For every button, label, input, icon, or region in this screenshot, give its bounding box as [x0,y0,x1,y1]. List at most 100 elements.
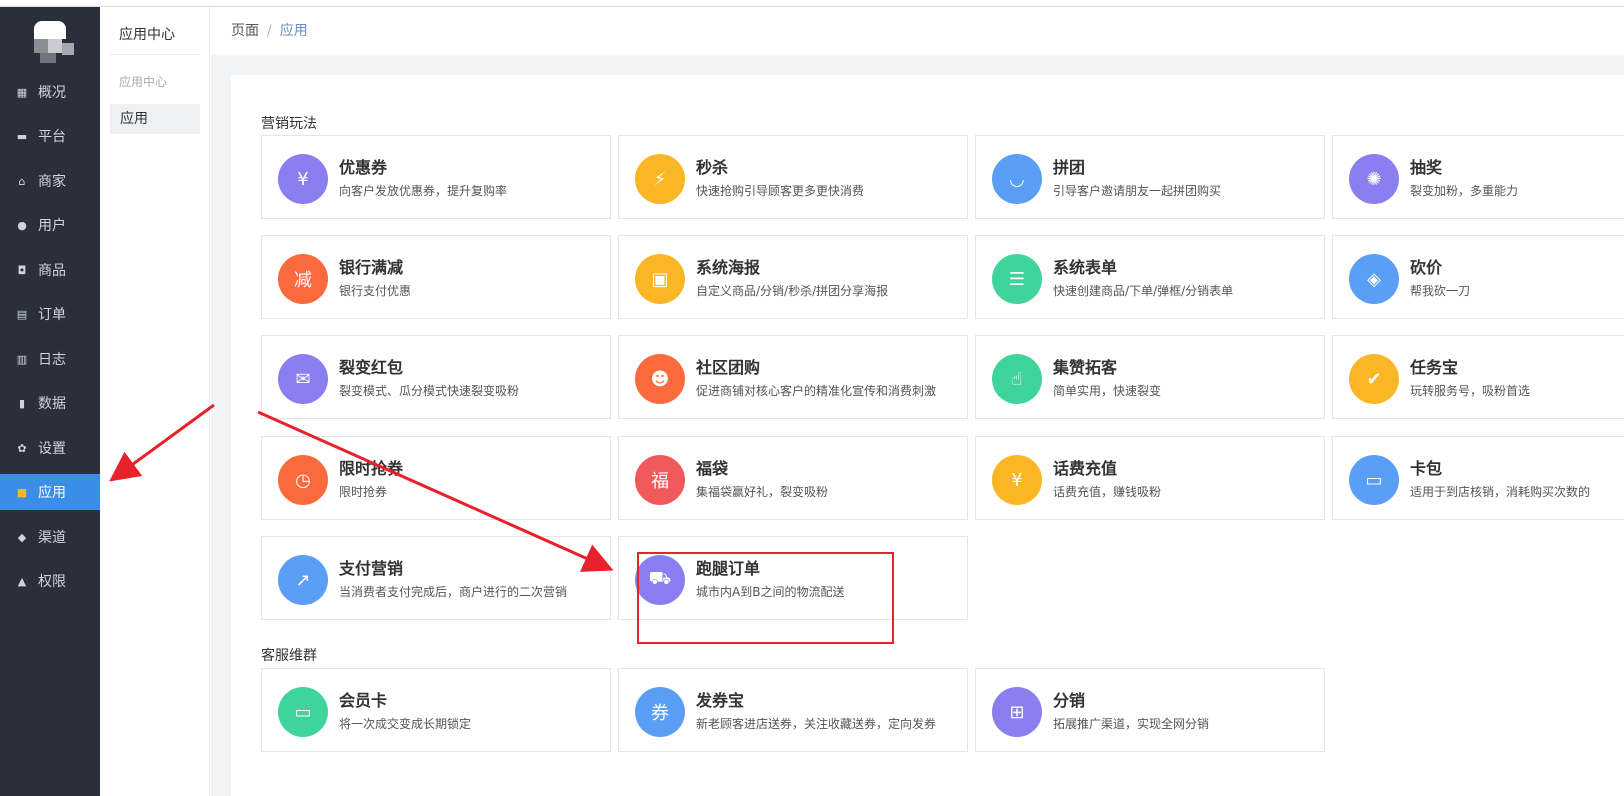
wheel-icon: ✺ [1349,154,1399,204]
cube-icon: ◆ [17,530,27,544]
app-card-desc: 话费充值，赚钱吸粉 [1053,485,1162,499]
clipboard-icon: ▤ [16,307,28,321]
book-icon: ▥ [16,352,28,366]
app-card-name: 限时抢券 [339,459,404,478]
phone-recharge-icon: ¥ [992,455,1042,505]
sidebar-item-7[interactable]: ▮ 数据 [0,385,100,421]
app-card[interactable]: ◷ 限时抢券 限时抢券 [261,436,611,520]
sidebar-item-1[interactable]: ▬ 平台 [0,118,100,154]
app-card[interactable]: 减银行满减 银行支付优惠 [261,235,611,319]
app-card[interactable]: ✉ 裂变红包 裂变模式、瓜分模式快速裂变吸粉 [261,335,611,419]
sidebar-item-label: 订单 [38,307,66,323]
sidebar-item-10[interactable]: ◆ 渠道 [0,519,100,555]
apps-grid-icon: ■ [16,485,28,499]
app-card-name: 抽奖 [1410,158,1443,177]
section-title-service: 客服维群 [261,648,317,664]
sidebar-item-6[interactable]: ▥ 日志 [0,341,100,377]
coupon-icon: ¥ [278,154,328,204]
app-card-desc: 限时抢券 [339,485,388,499]
sidebar-item-9[interactable]: ■ 应用 [0,474,100,510]
app-card-desc: 将一次成交变成长期锁定 [339,717,472,731]
sidebar-item-5[interactable]: ▤ 订单 [0,296,100,332]
app-card-name: 社区团购 [696,358,761,377]
sidebar-item-label: 用户 [38,218,66,234]
app-card[interactable]: ☝ 集赞拓客简单实用，快速裂变 [975,335,1325,419]
bag-icon: ◘ [17,263,27,277]
discount-icon: 减 [278,254,328,304]
sidebar-item-label: 商品 [38,263,66,279]
form-icon: ☰ [992,254,1042,304]
app-card[interactable]: ↗ 支付营销 当消费者支付完成后，商户进行的二次营销 [261,536,611,620]
subnav-title: 应用中心 [110,15,200,55]
sidebar-item-2[interactable]: ⌂ 商家 [0,163,100,199]
app-card[interactable]: ▭ 卡包适用于到店核销，消耗购买次数的 [1332,436,1624,520]
app-card[interactable]: ☰ 系统表单快速创建商品/下单/弹框/分销表单 [975,235,1325,319]
shopping-bag-icon: ◡ [992,154,1042,204]
app-card[interactable]: ◡ 拼团 引导客户邀请朋友一起拼团购买 [975,135,1325,219]
sidebar-item-4[interactable]: ◘ 商品 [0,252,100,288]
bar-chart-icon: ▮ [18,396,26,410]
highlight-box [637,552,894,644]
sidebar-item-label: 日志 [38,352,66,368]
thumbs-up-icon: ☝ [992,354,1042,404]
app-card[interactable]: ¥ 优惠券向客户发放优惠券，提升复购率 [261,135,611,219]
logo [26,21,74,63]
gear-icon: ✿ [17,441,27,455]
app-card-name: 发券宝 [696,691,745,710]
trend-chart-icon: ↗ [278,555,328,605]
sidebar-item-label: 平台 [38,129,66,145]
app-card-name: 系统海报 [696,258,761,277]
lucky-bag-icon: 福 [635,455,685,505]
sidebar-item-label: 设置 [38,441,66,457]
red-packet-icon: ✉ [278,354,328,404]
app-card-desc: 引导客户邀请朋友一起拼团购买 [1053,184,1222,198]
app-card[interactable]: ¥ 话费充值话费充值，赚钱吸粉 [975,436,1325,520]
sidebar-item-11[interactable]: ▲ 权限 [0,563,100,599]
app-card[interactable]: ✺ 抽奖 裂变加粉，多重能力 [1332,135,1624,219]
overview-icon: ▦ [16,85,28,99]
section-title-marketing: 营销玩法 [261,116,317,132]
app-card-desc: 简单实用，快速裂变 [1053,384,1162,398]
lock-icon: ▲ [17,574,27,588]
app-card-name: 系统表单 [1053,258,1118,277]
app-card-desc: 集福袋赢好礼，裂变吸粉 [696,485,829,499]
sidebar-item-label: 渠道 [38,530,66,546]
breadcrumb-root[interactable]: 页面 [231,23,259,39]
wallet-icon: ▭ [1349,455,1399,505]
app-card[interactable]: ▭ 会员卡将一次成交变成长期锁定 [261,668,611,752]
app-card[interactable]: ⊞ 分销 拓展推广渠道，实现全网分销 [975,668,1325,752]
app-card[interactable]: ▣ 系统海报 自定义商品/分销/秒杀/拼团分享海报 [618,235,968,319]
app-card-name: 分销 [1053,691,1086,710]
member-card-icon: ▭ [278,687,328,737]
app-card[interactable]: ⚡ 秒杀 快速抢购引导顾客更多更快消费 [618,135,968,219]
app-card[interactable]: 福福袋集福袋赢好礼，裂变吸粉 [618,436,968,520]
app-card[interactable]: ◈ 砍价 帮我砍一刀 [1332,235,1624,319]
breadcrumb-separator: / [267,23,272,39]
app-card-desc: 向客户发放优惠券，提升复购率 [339,184,508,198]
app-card-desc: 适用于到店核销，消耗购买次数的 [1410,485,1591,499]
app-card-desc: 快速抢购引导顾客更多更快消费 [696,184,865,198]
app-card-name: 优惠券 [339,158,388,177]
sidebar-item-0[interactable]: ▦ 概况 [0,74,100,110]
breadcrumb-current: 应用 [279,23,308,39]
app-card-desc: 快速创建商品/下单/弹框/分销表单 [1053,284,1234,298]
app-card[interactable]: ☻ 社区团购 促进商铺对核心客户的精准化宣传和消费刺激 [618,335,968,419]
app-card-desc: 新老顾客进店送券，关注收藏送券，定向发券 [696,717,937,731]
sidebar-item-8[interactable]: ✿ 设置 [0,430,100,466]
app-card[interactable]: ✔ 任务宝 玩转服务号，吸粉首选 [1332,335,1624,419]
app-card-name: 会员卡 [339,691,388,710]
subnav-item-apps[interactable]: 应用 [110,104,200,134]
app-card-name: 福袋 [696,459,729,478]
app-card-name: 卡包 [1410,459,1443,478]
main-content: 页面 / 应用 营销玩法 客服维群 ¥ 优惠券向客户发放优惠券，提升复购率 ⚡ 秒杀 快速抢… [211,7,1624,796]
app-card-name: 集赞拓客 [1053,358,1118,377]
app-card-name: 银行满减 [339,258,404,277]
app-card-name: 裂变红包 [339,358,404,377]
app-card[interactable]: 券发券宝 新老顾客进店送券，关注收藏送券，定向发券 [618,668,968,752]
monitor-icon: ▬ [16,129,28,143]
app-card-name: 话费充值 [1053,459,1118,478]
store-icon: ⌂ [18,174,26,188]
sidebar-item-3[interactable]: ● 用户 [0,207,100,243]
user-icon: ● [17,218,27,232]
app-card-desc: 帮我砍一刀 [1410,284,1471,298]
